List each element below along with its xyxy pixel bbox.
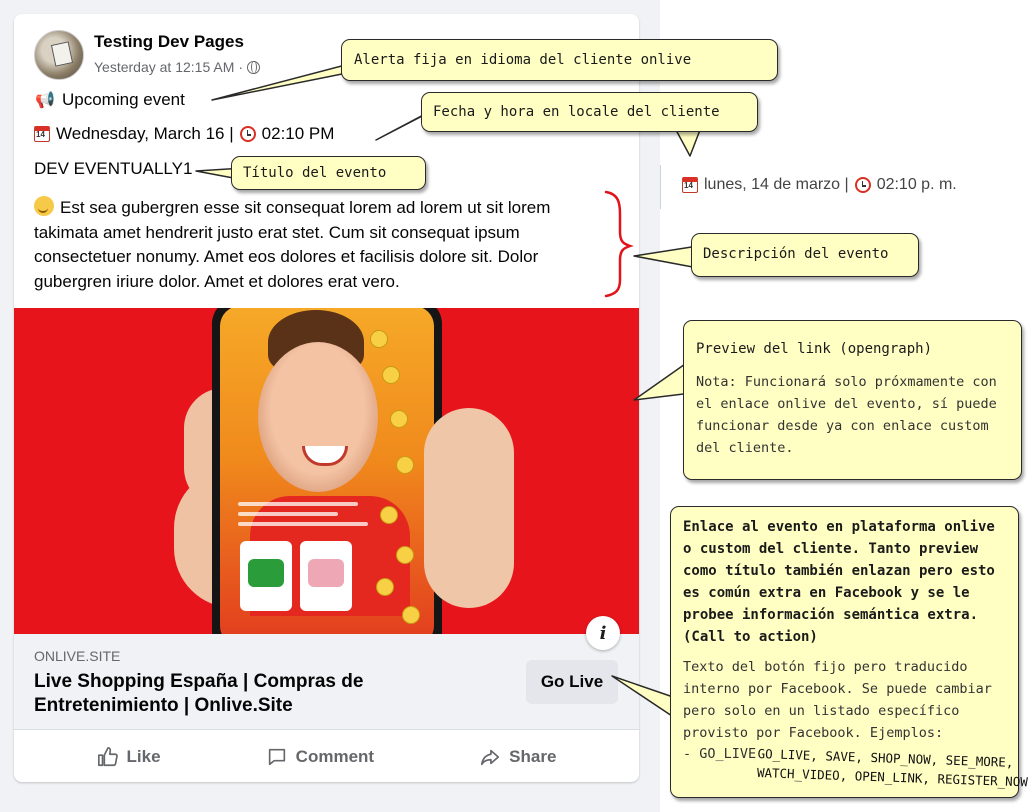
- product-green-bag: [240, 541, 292, 611]
- chat-message: [238, 512, 338, 516]
- share-arrow-icon: [481, 749, 500, 766]
- event-date: Wednesday, March 16 |: [56, 124, 234, 143]
- link-domain[interactable]: ONLIVE.SITE: [34, 648, 120, 664]
- link-preview-meta[interactable]: ONLIVE.SITE Live Shopping España | Compr…: [14, 616, 639, 730]
- calendar-icon: [682, 177, 698, 193]
- pointer-localized: [675, 129, 701, 157]
- go-live-button[interactable]: Go Live: [526, 660, 618, 704]
- megaphone-icon: 📢: [35, 92, 55, 109]
- localized-time: 02:10 p. m.: [876, 176, 957, 193]
- description-text: Est sea gubergren esse sit consequat lor…: [34, 198, 551, 291]
- callout-preview: Preview del link (opengraph) Nota: Funci…: [683, 320, 1022, 480]
- callout-preview-heading: Preview del link (opengraph): [696, 341, 933, 357]
- comment-label: Comment: [295, 747, 375, 766]
- localized-date-line: lunes, 14 de marzo | 02:10 p. m.: [682, 176, 957, 194]
- meta-separator: ·: [238, 59, 244, 75]
- floating-emoji: [396, 546, 414, 564]
- alert-line: 📢 Upcoming event: [34, 90, 185, 110]
- callout-title-text: Título del evento: [243, 165, 387, 181]
- floating-emoji: [370, 330, 388, 348]
- event-description: Est sea gubergren esse sit consequat lor…: [34, 196, 619, 294]
- phone-illustration: [212, 308, 442, 634]
- floating-emoji: [402, 606, 420, 624]
- callout-locale-date-text: Fecha y hora en locale del cliente: [433, 104, 720, 120]
- callout-description-text: Descripción del evento: [703, 246, 889, 262]
- localized-date: lunes, 14 de marzo |: [704, 176, 849, 193]
- callout-alert-text: Alerta fija en idioma del cliente onlive: [354, 52, 692, 68]
- globe-icon[interactable]: [247, 60, 261, 74]
- callout-preview-note: Nota: Funcionará solo próxmamente con el…: [696, 374, 997, 456]
- floating-emoji: [376, 578, 394, 596]
- alert-text: Upcoming event: [62, 90, 185, 109]
- floating-emoji: [382, 366, 400, 384]
- chat-message: [238, 522, 368, 526]
- post-action-bar: Like Comment Share: [14, 732, 639, 782]
- calendar-icon: [34, 126, 50, 142]
- info-icon[interactable]: i: [586, 616, 620, 650]
- post-timestamp[interactable]: Yesterday at 12:15 AM: [94, 59, 234, 75]
- alarm-clock-icon: [239, 126, 256, 142]
- phone-screen: [220, 308, 434, 634]
- holding-hand-right: [424, 408, 514, 608]
- share-button[interactable]: Share: [479, 746, 556, 768]
- smiling-face-icon: [34, 196, 54, 216]
- comment-button[interactable]: Comment: [266, 746, 374, 768]
- smiling-woman-face: [258, 342, 378, 492]
- callout-alert: Alerta fija en idioma del cliente onlive: [341, 39, 778, 81]
- link-title[interactable]: Live Shopping España | Compras de Entret…: [34, 670, 474, 718]
- share-label: Share: [509, 747, 557, 766]
- floating-emoji: [390, 410, 408, 428]
- floating-emoji: [380, 506, 398, 524]
- callout-link-button: Texto del botón fijo pero traducido inte…: [683, 659, 992, 741]
- thumbs-up-icon: [97, 747, 118, 767]
- alarm-clock-icon: [854, 177, 871, 193]
- comment-bubble-icon: [268, 748, 285, 766]
- link-preview-image[interactable]: [14, 308, 639, 634]
- panel-divider: [660, 165, 661, 209]
- page-avatar[interactable]: [34, 30, 84, 80]
- post-meta: Yesterday at 12:15 AM ·: [94, 59, 261, 75]
- like-label: Like: [126, 747, 161, 766]
- floating-emoji: [396, 456, 414, 474]
- product-pink-bag: [300, 541, 352, 611]
- like-button[interactable]: Like: [97, 746, 161, 768]
- callout-description: Descripción del evento: [691, 233, 919, 277]
- chat-message: [238, 502, 358, 506]
- callout-title: Título del evento: [231, 156, 426, 190]
- page-name-link[interactable]: Testing Dev Pages: [94, 32, 244, 52]
- event-time: 02:10 PM: [261, 124, 335, 143]
- event-title: DEV EVENTUALLY1: [34, 159, 193, 178]
- callout-locale-date: Fecha y hora en locale del cliente: [421, 92, 758, 132]
- date-line: Wednesday, March 16 | 02:10 PM: [34, 124, 334, 144]
- callout-link-main: Enlace al evento en plataforma onlive o …: [683, 519, 995, 645]
